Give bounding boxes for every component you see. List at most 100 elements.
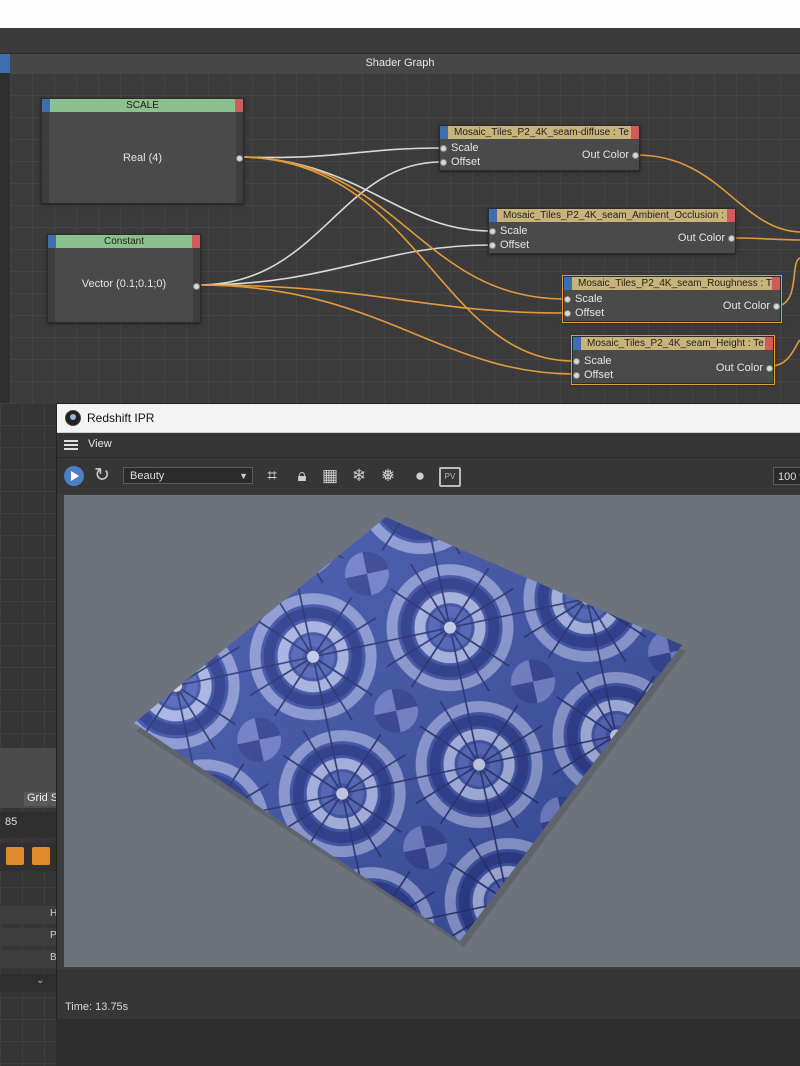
left-panel-number: 85 (5, 816, 18, 828)
height-texture-node[interactable]: Mosaic_Tiles_P2_4K_seam_Height : Te Scal… (571, 335, 775, 385)
shader-graph-title: Shader Graph (365, 57, 435, 69)
roughness-scale-label: Scale (575, 293, 603, 305)
diffuse-scale-label: Scale (451, 142, 479, 154)
ao-scale-label: Scale (500, 225, 528, 237)
diffuse-offset-label: Offset (451, 156, 481, 168)
snowflake-g-icon[interactable]: ❅ (377, 465, 399, 487)
node-cap-left (489, 209, 497, 222)
scale-node[interactable]: SCALE Real (4) (41, 98, 244, 204)
roughness-node-title: Mosaic_Tiles_P2_4K_seam_Roughness : T (578, 278, 772, 289)
height-scale-port[interactable] (573, 358, 580, 365)
row-p[interactable]: P (0, 928, 57, 946)
node-cap-right (235, 99, 243, 112)
constant-node-title: Constant (103, 236, 145, 247)
ao-out-port[interactable] (728, 235, 735, 242)
diffuse-out-port[interactable] (632, 152, 639, 159)
refresh-cycle-icon[interactable] (32, 847, 50, 865)
aov-select[interactable]: Beauty ▼ (123, 467, 253, 484)
diffuse-out-label: Out Color (581, 149, 629, 161)
scale-node-header[interactable]: SCALE (42, 99, 243, 112)
pv-icon[interactable]: PV (439, 467, 461, 487)
node-cap-left (48, 235, 56, 248)
play-render-button[interactable] (64, 466, 84, 486)
height-out-port[interactable] (766, 365, 773, 372)
mosaic-plane-shading (134, 517, 682, 941)
constant-node-header[interactable]: Constant (48, 235, 200, 248)
node-cap-right (765, 337, 773, 350)
grid-tab[interactable]: Grid S (24, 792, 59, 806)
ao-node-header[interactable]: Mosaic_Tiles_P2_4K_seam_Ambient_Occlusio… (489, 209, 735, 222)
diffuse-scale-port[interactable] (440, 145, 447, 152)
ipr-menubar: View (57, 433, 800, 458)
height-offset-label: Offset (584, 369, 614, 381)
node-cap-right (192, 235, 200, 248)
circle-icon[interactable]: ● (409, 465, 431, 487)
roughness-texture-node[interactable]: Mosaic_Tiles_P2_4K_seam_Roughness : T Sc… (562, 275, 782, 323)
height-out-label: Out Color (715, 362, 763, 374)
shader-graph-header: Shader Graph (0, 53, 800, 74)
render-time: Time: 13.75s (65, 1001, 129, 1013)
row-h[interactable]: H (0, 906, 57, 924)
layout-icon[interactable] (6, 847, 24, 865)
diffuse-texture-node[interactable]: Mosaic_Tiles_P2_4K_seam-diffuse : Te Sca… (439, 125, 640, 171)
node-cap-left (440, 126, 448, 139)
diffuse-offset-port[interactable] (440, 159, 447, 166)
left-panel-number-field[interactable]: 85 (0, 812, 56, 838)
roughness-offset-label: Offset (575, 307, 605, 319)
node-cap-left (564, 277, 572, 290)
scale-node-body: Real (4) (42, 112, 243, 203)
left-panel-rows: H P B ⌄ (0, 900, 57, 1000)
ao-offset-port[interactable] (489, 242, 496, 249)
ipr-titlebar[interactable]: Redshift IPR (57, 404, 800, 433)
render-viewport[interactable] (64, 495, 800, 967)
snowflake-icon[interactable]: ❄ (348, 465, 370, 487)
left-dropdown[interactable]: ⌄ (0, 974, 56, 992)
aov-select-value: Beauty (130, 470, 165, 482)
grid-icon[interactable]: ▦ (319, 465, 341, 487)
crop-icon[interactable]: ⌗ (261, 465, 283, 487)
cinema4d-logo-icon (65, 410, 81, 426)
chevron-down-icon: ▼ (239, 471, 248, 481)
constant-output-port[interactable] (193, 283, 200, 290)
node-cap-right (727, 209, 735, 222)
ipr-statusbar: Time: 13.75s (57, 969, 800, 1019)
constant-node-value: Vector (0.1;0.1;0) (81, 278, 167, 290)
left-panel-icons (0, 843, 56, 871)
diffuse-node-title: Mosaic_Tiles_P2_4K_seam-diffuse : Te (454, 127, 629, 138)
scale-output-port[interactable] (236, 155, 243, 162)
roughness-scale-port[interactable] (564, 296, 571, 303)
node-cap-left (42, 99, 50, 112)
ao-texture-node[interactable]: Mosaic_Tiles_P2_4K_seam_Ambient_Occlusio… (488, 208, 736, 254)
scale-node-title: SCALE (126, 100, 159, 111)
refresh-icon[interactable]: ↻ (94, 464, 110, 487)
node-cap-right (631, 126, 639, 139)
scale-node-value: Real (4) (122, 152, 163, 164)
ipr-toolbar: ↻ Beauty ▼ ⌗ 🔒︎ ▦ ❄ ❅ ● PV 100 % (57, 458, 800, 494)
chevron-down-icon: ⌄ (36, 975, 45, 986)
height-offset-port[interactable] (573, 372, 580, 379)
lock-icon[interactable]: 🔒︎ (291, 465, 313, 487)
menu-view[interactable]: View (88, 438, 112, 450)
top-white-strip (0, 0, 800, 28)
hamburger-menu-icon[interactable] (64, 440, 78, 450)
height-node-title: Mosaic_Tiles_P2_4K_seam_Height : Te (587, 338, 764, 349)
ao-offset-label: Offset (500, 239, 530, 251)
height-scale-label: Scale (584, 355, 612, 367)
roughness-offset-port[interactable] (564, 310, 571, 317)
render-image (134, 517, 686, 947)
diffuse-node-header[interactable]: Mosaic_Tiles_P2_4K_seam-diffuse : Te (440, 126, 639, 139)
ao-scale-port[interactable] (489, 228, 496, 235)
ao-node-title: Mosaic_Tiles_P2_4K_seam_Ambient_Occlusio… (503, 210, 724, 221)
height-node-header[interactable]: Mosaic_Tiles_P2_4K_seam_Height : Te (573, 337, 773, 350)
row-b[interactable]: B (0, 950, 57, 968)
constant-node[interactable]: Constant Vector (0.1;0.1;0) (47, 234, 201, 323)
ipr-title: Redshift IPR (87, 411, 155, 425)
constant-node-body: Vector (0.1;0.1;0) (48, 248, 200, 322)
roughness-out-port[interactable] (773, 303, 780, 310)
roughness-node-header[interactable]: Mosaic_Tiles_P2_4K_seam_Roughness : T (564, 277, 780, 290)
zoom-field[interactable]: 100 % (773, 467, 800, 485)
node-cap-left (573, 337, 581, 350)
graph-left-bar (0, 73, 10, 403)
roughness-out-label: Out Color (722, 300, 770, 312)
bottom-panel (56, 1019, 800, 1066)
